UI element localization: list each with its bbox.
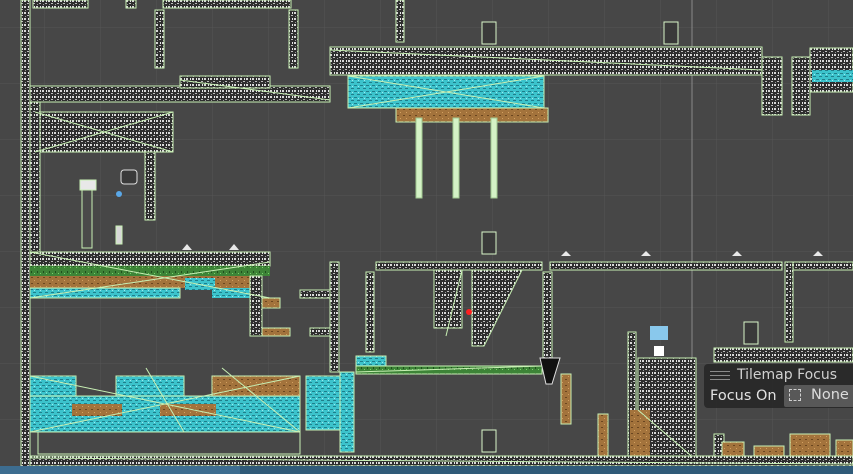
tile-bottom-floor (0, 455, 853, 474)
focus-on-dropdown[interactable]: None (784, 385, 853, 407)
tilemap-focus-overlay[interactable]: Tilemap Focus Focus On None (704, 364, 853, 408)
drag-handle-icon[interactable] (710, 371, 730, 380)
tile-left-wall (20, 0, 31, 474)
focus-on-value: None (811, 387, 849, 403)
overlay-title: Tilemap Focus (737, 367, 838, 383)
overlay-header[interactable]: Tilemap Focus (704, 366, 853, 384)
dashed-selection-icon (789, 389, 801, 401)
focus-on-label: Focus On (710, 388, 777, 404)
